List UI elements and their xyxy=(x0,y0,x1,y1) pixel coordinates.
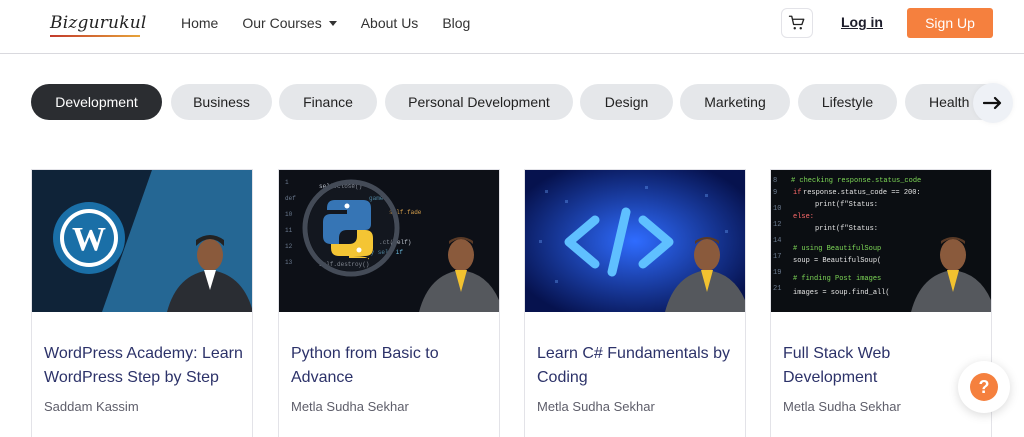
svg-text:if: if xyxy=(793,189,801,197)
cart-button[interactable] xyxy=(781,8,813,38)
course-thumbnail: W xyxy=(32,170,252,312)
course-thumbnail xyxy=(525,170,745,312)
svg-text:1: 1 xyxy=(285,179,289,186)
scroll-right-button[interactable] xyxy=(973,83,1013,123)
svg-text:10: 10 xyxy=(773,205,781,213)
course-author: Metla Sudha Sekhar xyxy=(783,399,901,414)
category-label: Business xyxy=(193,94,250,110)
nav-about-us-label: About Us xyxy=(360,15,419,31)
course-author: Metla Sudha Sekhar xyxy=(291,399,409,414)
main-nav: Home Our Courses About Us Blog xyxy=(181,15,494,31)
chevron-down-icon xyxy=(328,20,337,26)
category-label: Lifestyle xyxy=(821,94,874,110)
nav-our-courses[interactable]: Our Courses xyxy=(242,15,337,31)
login-link[interactable]: Log in xyxy=(841,14,883,30)
logo-underline xyxy=(50,35,140,37)
help-button[interactable]: ? xyxy=(958,361,1010,413)
question-mark-icon: ? xyxy=(970,373,998,401)
svg-text:# using BeautifulSoup: # using BeautifulSoup xyxy=(793,245,881,253)
course-card[interactable]: 8 9 10 12 14 17 19 21 # checking respons… xyxy=(770,169,992,437)
course-title: Python from Basic to Advance xyxy=(291,345,439,386)
course-card[interactable]: 1 def 10 11 12 13 self.close() games self.fa… xyxy=(278,169,500,437)
course-thumbnail: 1 def 10 11 12 13 self.close() games self.fa… xyxy=(279,170,499,312)
category-label: Design xyxy=(604,94,649,110)
nav-about-us[interactable]: About Us xyxy=(361,15,419,31)
svg-text:W: W xyxy=(72,221,106,258)
nav-our-courses-label: Our Courses xyxy=(242,15,322,31)
category-design[interactable]: Design xyxy=(580,84,673,120)
course-card[interactable]: W WordPress Academy: Learn WordPress Ste… xyxy=(31,169,253,437)
nav-blog-label: Blog xyxy=(442,15,471,31)
svg-text:9: 9 xyxy=(773,189,777,197)
cart-icon xyxy=(788,15,805,30)
course-card[interactable]: Learn C# Fundamentals by Coding Metla Su… xyxy=(524,169,746,437)
svg-text:21: 21 xyxy=(773,285,781,293)
svg-text:17: 17 xyxy=(773,253,781,261)
svg-text:11: 11 xyxy=(285,227,293,234)
svg-text:14: 14 xyxy=(773,237,781,245)
site-logo[interactable]: Bizgurukul xyxy=(50,12,147,37)
svg-text:images = soup.find_all(: images = soup.find_all( xyxy=(793,289,890,297)
svg-text:10: 10 xyxy=(285,211,293,218)
category-label: Health xyxy=(929,94,970,110)
course-author: Metla Sudha Sekhar xyxy=(537,399,655,414)
nav-home-label: Home xyxy=(181,15,219,31)
logo-text: Bizgurukul xyxy=(50,13,147,33)
category-tabs: Development Business Finance Personal De… xyxy=(31,84,1011,120)
svg-text:else:: else: xyxy=(793,213,814,221)
svg-text:12: 12 xyxy=(773,221,781,229)
course-title: WordPress Academy: Learn WordPress Step … xyxy=(44,345,243,386)
category-personal-development[interactable]: Personal Development xyxy=(385,84,573,120)
signup-label: Sign Up xyxy=(925,15,975,31)
svg-text:19: 19 xyxy=(773,269,781,277)
svg-text:print(f"Status:: print(f"Status: xyxy=(815,201,878,209)
svg-text:def: def xyxy=(285,195,296,202)
category-label: Finance xyxy=(303,94,353,110)
svg-text:8: 8 xyxy=(773,177,777,185)
svg-text:response.status_code == 200:: response.status_code == 200: xyxy=(803,189,921,197)
svg-text:13: 13 xyxy=(285,259,293,266)
arrow-right-icon xyxy=(983,96,1002,110)
category-finance[interactable]: Finance xyxy=(279,84,377,120)
svg-text:soup = BeautifulSoup(: soup = BeautifulSoup( xyxy=(793,257,881,265)
nav-home[interactable]: Home xyxy=(181,15,218,31)
category-lifestyle[interactable]: Lifestyle xyxy=(798,84,897,120)
svg-text:# checking response.status_cod: # checking response.status_code xyxy=(791,177,921,185)
category-label: Development xyxy=(55,94,138,110)
category-label: Personal Development xyxy=(408,94,550,110)
svg-text:print(f"Status:: print(f"Status: xyxy=(815,225,878,233)
course-title: Full Stack Web Development xyxy=(783,345,891,386)
category-label: Marketing xyxy=(704,94,766,110)
site-header: Bizgurukul Home Our Courses About Us Blo… xyxy=(0,0,1024,54)
svg-text:12: 12 xyxy=(285,243,293,250)
course-title: Learn C# Fundamentals by Coding xyxy=(537,345,730,386)
course-thumbnail: 8 9 10 12 14 17 19 21 # checking respons… xyxy=(771,170,991,312)
category-marketing[interactable]: Marketing xyxy=(680,84,790,120)
course-author: Saddam Kassim xyxy=(44,399,139,414)
nav-blog[interactable]: Blog xyxy=(442,15,470,31)
category-business[interactable]: Business xyxy=(171,84,272,120)
svg-text:# finding Post images: # finding Post images xyxy=(793,275,881,283)
category-development[interactable]: Development xyxy=(31,84,162,120)
signup-button[interactable]: Sign Up xyxy=(907,8,993,38)
